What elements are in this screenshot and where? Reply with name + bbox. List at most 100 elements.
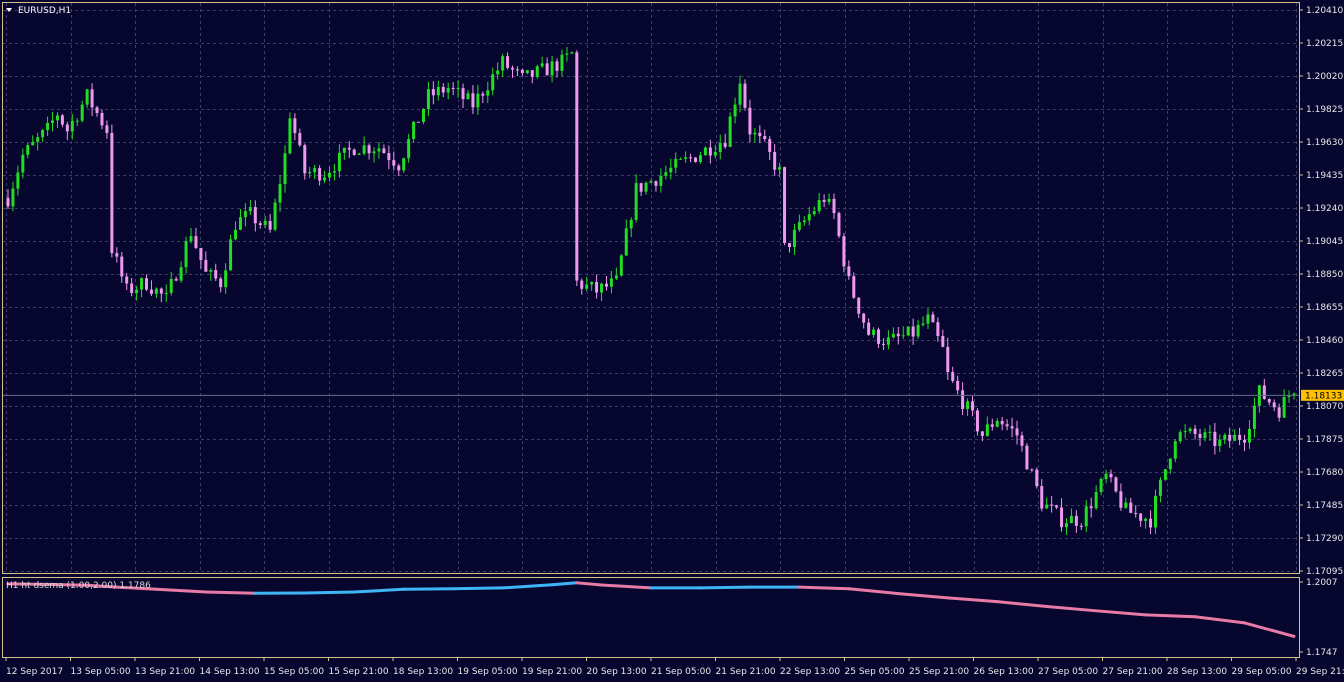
candle-body xyxy=(90,89,94,108)
candle-body xyxy=(1109,473,1113,478)
price-tick-label: 1.17680 xyxy=(1306,468,1343,478)
time-tick-label: 21 Sep 21:00 xyxy=(716,667,776,677)
candle xyxy=(906,326,910,337)
price-tick-label: 1.18070 xyxy=(1306,402,1343,412)
candle-body xyxy=(184,241,188,268)
candle-body xyxy=(847,266,851,277)
candle-body xyxy=(881,343,885,345)
candle xyxy=(1163,469,1167,481)
candle-body xyxy=(21,154,25,173)
candle-body xyxy=(352,149,356,155)
price-tick-label: 1.17485 xyxy=(1306,501,1343,511)
candle-body xyxy=(1203,432,1207,439)
candle xyxy=(1173,439,1177,463)
candle-body xyxy=(609,278,613,287)
candle-body xyxy=(130,283,134,294)
candle-body xyxy=(115,253,119,257)
chart-window[interactable]: EURUSD,H1 H1 ht dsema (1.00,2.00) 1.1786… xyxy=(0,0,1344,682)
candle-body xyxy=(1287,395,1291,397)
candle-body xyxy=(649,181,653,183)
candle-body xyxy=(229,239,233,271)
candle xyxy=(417,121,421,123)
indicator-segment xyxy=(204,590,257,595)
candle-body xyxy=(1213,431,1217,446)
indicator-segment xyxy=(451,586,505,591)
candle-body xyxy=(501,56,505,71)
time-tick-label: 13 Sep 05:00 xyxy=(71,667,131,677)
price-tick-label: 1.18265 xyxy=(1306,369,1343,379)
candle-body xyxy=(550,61,554,76)
candle-body xyxy=(624,228,628,256)
candle-body xyxy=(837,213,841,237)
candle-body xyxy=(313,168,317,173)
candle-body xyxy=(1094,491,1098,509)
candle-body xyxy=(431,89,435,96)
candle-body xyxy=(1060,507,1064,528)
indicator-tick-label: 1.2007 xyxy=(1306,578,1338,588)
candle-body xyxy=(1149,518,1153,528)
candle-body xyxy=(1089,506,1093,509)
candle-body xyxy=(926,314,930,324)
candle-body xyxy=(857,297,861,314)
candle-body xyxy=(1178,432,1182,442)
candle-body xyxy=(337,152,341,172)
candle-body xyxy=(604,283,608,287)
candle-body xyxy=(515,69,519,71)
candle-body xyxy=(664,172,668,176)
candle-body xyxy=(961,390,965,410)
candle-body xyxy=(723,143,727,147)
candle-body xyxy=(199,247,203,261)
candle-body xyxy=(768,139,772,152)
time-tick-label: 12 Sep 2017 xyxy=(6,667,63,677)
candle-body xyxy=(1010,426,1014,429)
candle-body xyxy=(1079,525,1083,527)
candle-body xyxy=(164,292,168,294)
candle-body xyxy=(990,424,994,427)
candle-body xyxy=(1069,515,1073,524)
candle-body xyxy=(1154,495,1158,528)
candle-body xyxy=(916,324,920,337)
candle-body xyxy=(179,267,183,281)
price-tick-label: 1.20215 xyxy=(1306,39,1343,49)
time-tick-label: 25 Sep 05:00 xyxy=(845,667,905,677)
candle-body xyxy=(347,147,351,150)
time-tick-label: 18 Sep 13:00 xyxy=(393,667,453,677)
candle-body xyxy=(283,153,287,185)
time-tick-label: 29 Sep 05:00 xyxy=(1232,667,1292,677)
candle xyxy=(288,112,292,155)
candle-body xyxy=(1020,435,1024,446)
candle-body xyxy=(708,147,712,156)
candle-body xyxy=(308,172,312,174)
candle xyxy=(703,146,707,156)
candle-body xyxy=(238,217,242,230)
candle xyxy=(694,156,698,163)
candle-body xyxy=(822,200,826,202)
candle-body xyxy=(372,151,376,154)
time-tick-label: 21 Sep 05:00 xyxy=(651,667,711,677)
current-price-badge: 1.18133 xyxy=(1301,389,1344,401)
candle-body xyxy=(1005,424,1009,427)
candle-body xyxy=(288,118,292,154)
candle-body xyxy=(659,175,663,186)
candle-body xyxy=(689,157,693,159)
candle-body xyxy=(377,148,381,152)
candle-body xyxy=(446,87,450,93)
candle-body xyxy=(679,158,683,160)
candle-body xyxy=(698,155,702,162)
candle-body xyxy=(253,207,257,224)
candle-body xyxy=(140,278,144,290)
candle-body xyxy=(634,183,638,220)
candle-body xyxy=(941,336,945,347)
candle-body xyxy=(357,153,361,155)
candle-body xyxy=(763,136,767,140)
candle-body xyxy=(1129,502,1133,513)
candle xyxy=(1025,443,1029,470)
candle-body xyxy=(713,151,717,156)
candle-body xyxy=(590,281,594,285)
indicator-title: H1 ht dsema (1.00,2.00) 1.1786 xyxy=(6,581,151,591)
candle-body xyxy=(971,401,974,411)
candle-body xyxy=(886,337,890,345)
candle-body xyxy=(342,147,346,153)
candle-body xyxy=(1183,431,1187,433)
time-tick-label: 27 Sep 05:00 xyxy=(1038,667,1098,677)
